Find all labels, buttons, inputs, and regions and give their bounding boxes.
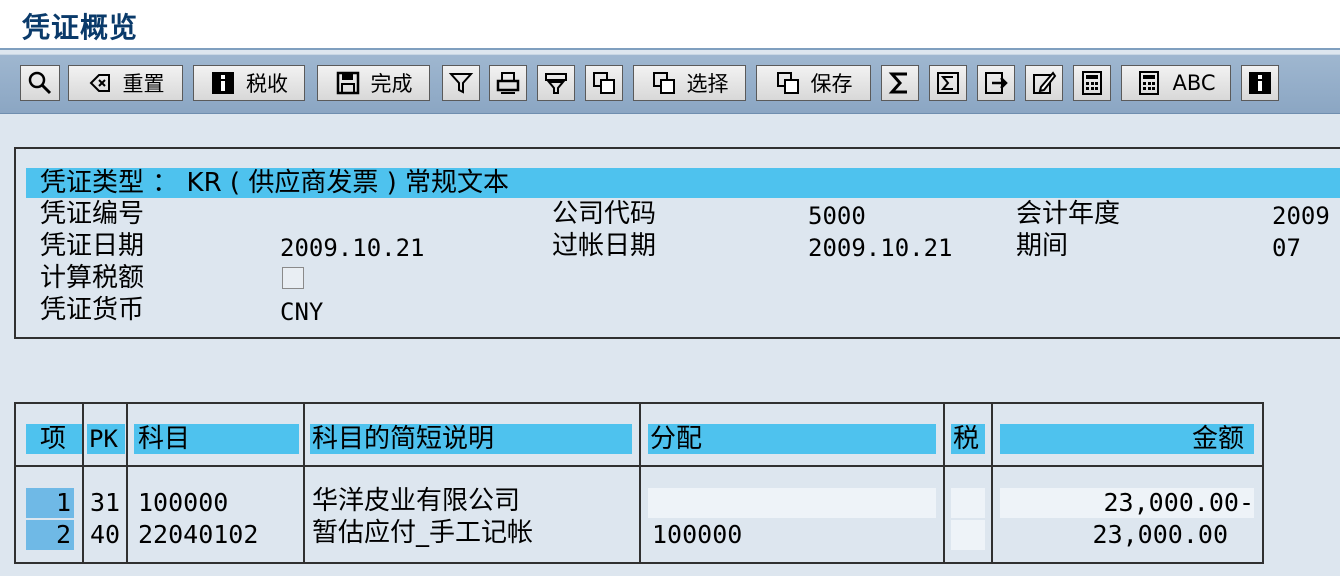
- doc-type-bar: 凭证类型 ： KR ( 供应商发票 ) 常规文本: [26, 168, 1340, 198]
- layout-button[interactable]: [537, 65, 575, 101]
- complete-button[interactable]: 完成: [317, 65, 430, 101]
- subtotal-icon: [937, 72, 959, 94]
- reset-button[interactable]: 重置: [68, 65, 183, 101]
- filter-button[interactable]: [442, 65, 480, 101]
- floppy-disk-icon: [336, 71, 359, 95]
- posting-date-label: 过帐日期: [552, 231, 657, 261]
- row-short-text: 暂估应付_手工记帐: [312, 518, 534, 548]
- copy-icon: [593, 72, 615, 94]
- application-toolbar: 重置 税收 完成 选择 保存 ABC: [0, 54, 1340, 114]
- col-divider: [991, 404, 993, 562]
- info-icon: [1249, 72, 1271, 94]
- print-button[interactable]: [489, 65, 527, 101]
- row-amount: 23,000.00-: [1103, 488, 1254, 517]
- line-items-table: 项 PK 科目 科目的简短说明 分配 税 金额 1 31 100000 华洋皮业…: [14, 402, 1264, 564]
- company-code-label: 公司代码: [552, 199, 657, 229]
- col-header-pk: PK: [87, 424, 125, 454]
- sum-button[interactable]: [881, 65, 919, 101]
- calc-tax-checkbox[interactable]: [282, 267, 304, 289]
- row-assignment: 100000: [652, 520, 743, 549]
- col-header-tax: 税: [951, 424, 985, 454]
- printer-icon: [496, 72, 520, 94]
- page-title: 凭证概览: [22, 11, 139, 44]
- posting-date-value: 2009.10.21: [808, 234, 953, 262]
- export-button[interactable]: [977, 65, 1015, 101]
- subtotal-button[interactable]: [929, 65, 967, 101]
- reset-icon: [89, 74, 110, 92]
- col-header-assignment: 分配: [648, 424, 936, 454]
- row-account: 22040102: [138, 520, 259, 549]
- period-value: 07: [1272, 234, 1301, 262]
- select-button[interactable]: 选择: [633, 65, 746, 101]
- copy-button[interactable]: [585, 65, 623, 101]
- layout-icon: [545, 73, 567, 94]
- document-header: 凭证类型 ： KR ( 供应商发票 ) 常规文本 凭证编号 公司代码 5000 …: [14, 147, 1340, 339]
- reset-label: 重置: [122, 72, 165, 96]
- col-divider: [943, 404, 945, 562]
- info-icon: [212, 72, 234, 94]
- detail-button[interactable]: [20, 65, 60, 101]
- magnifier-icon: [28, 71, 52, 95]
- doc-type-line: 凭证类型 ： KR ( 供应商发票 ) 常规文本: [40, 168, 509, 198]
- calculator-button[interactable]: [1073, 65, 1111, 101]
- abc-label: ABC: [1172, 71, 1216, 95]
- row-short-text: 华洋皮业有限公司: [312, 486, 521, 516]
- col-header-item: 项: [26, 424, 82, 454]
- col-header-account: 科目: [134, 424, 299, 454]
- col-divider: [639, 404, 641, 562]
- row-item: 1: [56, 488, 72, 517]
- company-code-value: 5000: [808, 202, 866, 230]
- filter-icon: [448, 73, 474, 94]
- title-bar: 凭证概览: [0, 0, 1340, 50]
- doc-date-label: 凭证日期: [40, 231, 145, 261]
- row-amount: 23,000.00: [1092, 520, 1228, 549]
- export-icon: [985, 72, 1008, 94]
- row-2-tax-field[interactable]: [951, 520, 985, 550]
- fiscal-year-label: 会计年度: [1016, 199, 1121, 229]
- abc-calculator-icon: [1139, 71, 1160, 95]
- row-1-tax-field[interactable]: [951, 488, 985, 518]
- col-header-short-text: 科目的简短说明: [310, 424, 632, 454]
- col-header-amount: 金额: [1000, 424, 1254, 454]
- doc-date-value: 2009.10.21: [280, 234, 425, 262]
- currency-value: CNY: [280, 298, 324, 326]
- abc-button[interactable]: ABC: [1121, 65, 1231, 101]
- save-copy-icon: [776, 72, 799, 94]
- sigma-icon: [888, 72, 907, 94]
- row-1-assignment-field[interactable]: [648, 488, 936, 518]
- save-button[interactable]: 保存: [756, 65, 871, 101]
- pencil-icon: [1033, 71, 1057, 94]
- tax-label: 税收: [246, 72, 288, 96]
- select-label: 选择: [686, 72, 729, 96]
- col-divider: [82, 404, 84, 562]
- row-item: 2: [56, 520, 72, 549]
- calculator-icon: [1082, 71, 1102, 95]
- row-pk: 31: [90, 488, 121, 517]
- period-label: 期间: [1016, 231, 1069, 261]
- fiscal-year-value: 2009: [1272, 202, 1330, 230]
- save-label: 保存: [810, 72, 853, 96]
- col-divider: [126, 404, 128, 562]
- tax-button[interactable]: 税收: [193, 65, 305, 101]
- calc-tax-label: 计算税额: [40, 263, 145, 293]
- edit-button[interactable]: [1025, 65, 1063, 101]
- select-copy-icon: [652, 72, 675, 94]
- col-divider: [303, 404, 305, 562]
- info-button[interactable]: [1241, 65, 1279, 101]
- currency-label: 凭证货币: [40, 295, 145, 325]
- doc-number-label: 凭证编号: [40, 199, 145, 229]
- row-account: 100000: [138, 488, 229, 517]
- complete-label: 完成: [370, 72, 413, 96]
- row-pk: 40: [90, 520, 121, 549]
